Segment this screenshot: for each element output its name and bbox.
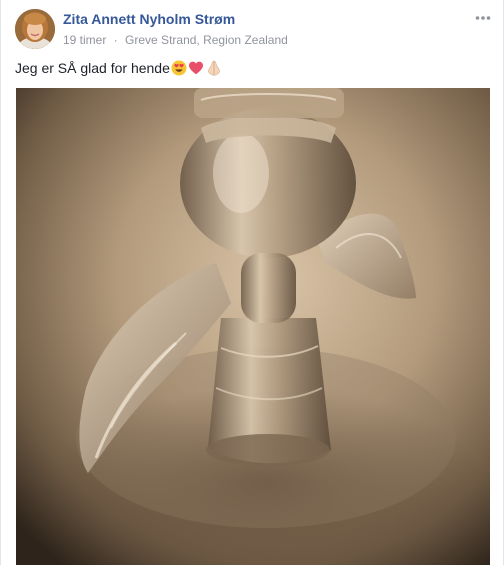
post-message: Jeg er SÅ glad for hende [15,60,223,76]
post-header: Zita Annett Nyholm Strøm 19 timer · Grev… [1,0,504,56]
heart-eyes-emoji [171,60,187,76]
post-photo[interactable] [16,88,490,565]
glass-angel-figurine [16,88,490,565]
post-timestamp[interactable]: 19 timer [63,33,106,47]
meta-separator: · [113,33,118,47]
author-name[interactable]: Zita Annett Nyholm Strøm [63,11,235,27]
post-location[interactable]: Greve Strand, Region Zealand [125,33,288,47]
red-heart-emoji [188,60,204,76]
folded-hands-emoji [205,60,223,76]
feed-post: Zita Annett Nyholm Strøm 19 timer · Grev… [0,0,504,565]
avatar-image [15,9,55,49]
more-options-icon[interactable] [473,8,493,28]
post-meta: 19 timer · Greve Strand, Region Zealand [63,33,288,47]
author-avatar[interactable] [15,9,55,49]
post-message-text: Jeg er SÅ glad for hende [15,60,170,76]
